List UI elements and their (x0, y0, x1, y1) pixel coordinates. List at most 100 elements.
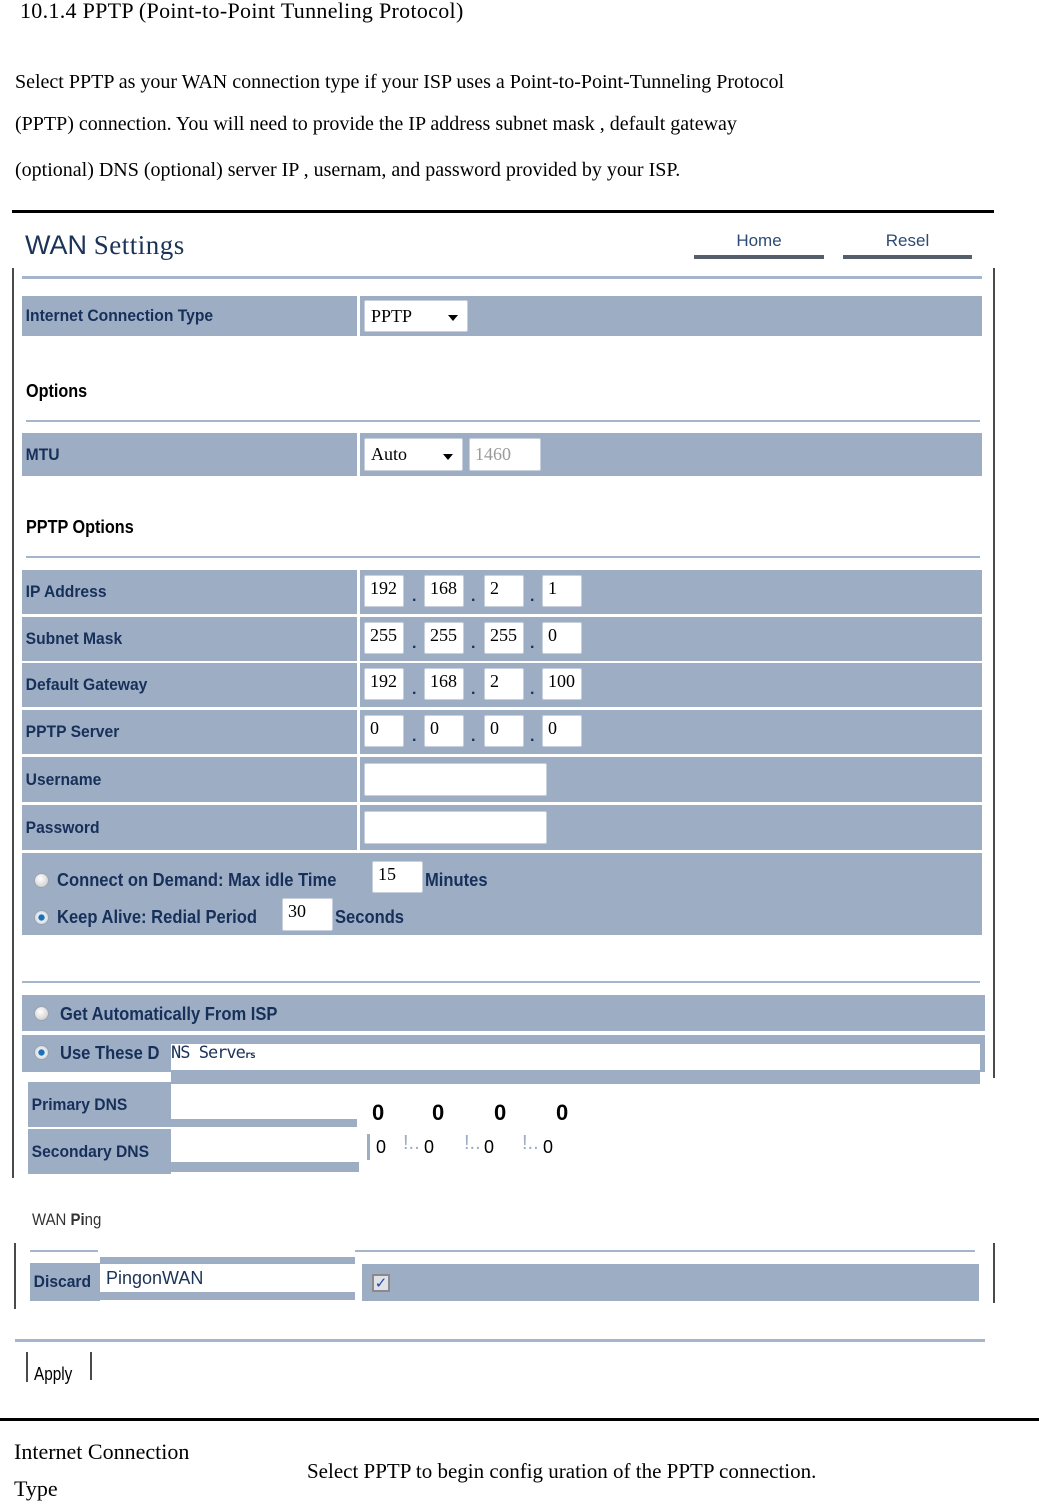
discard-ping-value-cell (362, 1264, 979, 1301)
secondary-dns-octet-3[interactable]: 0 (484, 1137, 494, 1158)
home-link-underline (694, 255, 824, 259)
connection-type-selected: PPTP (371, 305, 413, 326)
table-term-line-2: Type (14, 1476, 58, 1501)
default-gateway-octet-2[interactable]: 168 (424, 668, 464, 700)
seconds-label: Seconds (335, 907, 405, 927)
ip-address-octet-3[interactable]: 2 (484, 575, 524, 607)
pptp-server-label: PPTP Server (25, 722, 120, 741)
connection-type-select[interactable]: PPTP (364, 300, 468, 332)
mtu-value-input[interactable]: 1460 (469, 438, 541, 471)
connect-on-demand-label: Connect on Demand: Max idle Time (57, 870, 337, 890)
primary-dns-octet-2[interactable]: 0 (432, 1100, 444, 1126)
password-label: Password (25, 817, 100, 837)
ip-address-octet-2[interactable]: 168 (424, 575, 464, 607)
apply-left-edge (26, 1352, 28, 1382)
ip-address-dot-2: . (471, 588, 476, 605)
pptp-options-separator (26, 556, 980, 558)
ping-overlay-text: PingonWAN (106, 1268, 204, 1288)
chevron-down-icon (443, 453, 453, 460)
dns-overlay-glyph: rs (244, 1050, 256, 1061)
dns-separator (22, 981, 980, 983)
primary-dns-octet-4[interactable]: 0 (556, 1100, 568, 1126)
ip-address-dot-1: . (412, 588, 417, 605)
primary-dns-label: Primary DNS (31, 1094, 128, 1114)
ip-address-octet-1[interactable]: 192 (364, 575, 404, 607)
dns-overlay-text: NS Serve (171, 1043, 246, 1063)
table-top-rule (0, 1418, 1039, 1421)
ip-address-octet-4[interactable]: 1 (542, 575, 582, 607)
secondary-dns-octet-2[interactable]: 0 (424, 1137, 434, 1158)
connection-type-label: Internet Connection Type (25, 306, 214, 325)
secondary-dns-octet-1[interactable]: 0 (376, 1137, 386, 1158)
primary-dns-octet-3[interactable]: 0 (494, 1100, 506, 1126)
table-term-line-1: Internet Connection (14, 1439, 190, 1464)
pptp-server-dot-1: . (412, 728, 417, 745)
apply-button[interactable]: Apply (34, 1364, 72, 1385)
ip-address-dot-3: . (530, 588, 535, 605)
subnet-mask-octet-1[interactable]: 255 (364, 622, 404, 654)
secondary-dns-separator-1: !.. (403, 1132, 420, 1154)
keep-alive-label: Keep Alive: Redial Period (57, 907, 258, 927)
pptp-server-octet-1[interactable]: 0 (364, 715, 404, 747)
default-gateway-label: Default Gateway (25, 675, 148, 694)
home-link[interactable]: Home (694, 231, 824, 251)
default-gateway-octet-3[interactable]: 2 (484, 668, 524, 700)
subnet-mask-dot-3: . (530, 635, 535, 652)
subnet-mask-octet-2[interactable]: 255 (424, 622, 464, 654)
keep-alive-radio[interactable] (34, 910, 49, 925)
username-label: Username (25, 769, 102, 789)
secondary-dns-separator-2: !.. (464, 1132, 481, 1154)
secondary-dns-value-bar (171, 1162, 359, 1172)
password-input[interactable] (364, 811, 547, 844)
ping-frame-left (14, 1243, 16, 1309)
dns-manual-overlay (171, 1044, 980, 1070)
dns-manual-label: Use These D (60, 1043, 160, 1063)
intro-paragraph-line-2: (PPTP) connection. You will need to prov… (15, 113, 737, 135)
wan-ping-heading-part3: ng (84, 1210, 102, 1229)
subnet-mask-octet-4[interactable]: 0 (542, 622, 582, 654)
default-gateway-octet-4[interactable]: 100 (542, 668, 582, 700)
mtu-select[interactable]: Auto (364, 438, 463, 471)
reset-link-underline (843, 255, 972, 259)
wan-ping-heading: WAN Ping (32, 1210, 101, 1230)
ping-overlay-bottom-bar (100, 1292, 355, 1300)
mtu-label: MTU (25, 444, 60, 464)
max-idle-time-input[interactable]: 15 (372, 861, 423, 893)
subnet-mask-label: Subnet Mask (25, 629, 123, 648)
secondary-dns-octet-4[interactable]: 0 (543, 1137, 553, 1158)
frame-right-border (993, 268, 995, 1078)
wan-ping-heading-part2: Pi (70, 1210, 85, 1229)
chevron-down-icon (448, 315, 458, 321)
apply-right-edge (90, 1352, 92, 1380)
top-separator (22, 276, 982, 279)
default-gateway-dot-3: . (530, 681, 535, 698)
username-input[interactable] (364, 763, 547, 796)
ip-address-label: IP Address (25, 582, 107, 601)
default-gateway-octet-1[interactable]: 192 (364, 668, 404, 700)
section-heading: 10.1.4 PPTP (Point-to-Point Tunneling Pr… (20, 0, 464, 23)
reset-link[interactable]: Resel (843, 231, 972, 251)
primary-dns-value-bar (171, 1119, 357, 1127)
dns-auto-label: Get Automatically From ISP (60, 1004, 278, 1024)
subnet-mask-dot-2: . (471, 635, 476, 652)
wan-settings-title-part1: WAN (25, 230, 87, 260)
redial-period-input[interactable]: 30 (282, 898, 333, 931)
default-gateway-dot-1: . (412, 681, 417, 698)
primary-dns-octet-1[interactable]: 0 (372, 1100, 384, 1126)
ping-separator-left (30, 1250, 98, 1252)
ping-separator-right (355, 1250, 975, 1252)
checkmark-icon: ✓ (374, 1274, 388, 1292)
pptp-options-heading: PPTP Options (26, 517, 134, 537)
intro-paragraph-line-1: Select PPTP as your WAN connection type … (15, 71, 785, 93)
wan-ping-heading-part1: WAN (32, 1210, 67, 1229)
subnet-mask-octet-3[interactable]: 255 (484, 622, 524, 654)
pptp-server-octet-3[interactable]: 0 (484, 715, 524, 747)
dns-auto-radio[interactable] (34, 1006, 49, 1021)
pptp-server-octet-2[interactable]: 0 (424, 715, 464, 747)
pptp-server-octet-4[interactable]: 0 (542, 715, 582, 747)
discard-ping-checkbox[interactable]: ✓ (372, 1274, 390, 1292)
connect-on-demand-radio[interactable] (34, 873, 49, 888)
intro-paragraph-line-3: (optional) DNS (optional) server IP , us… (15, 159, 681, 181)
dns-manual-radio[interactable] (34, 1045, 49, 1060)
top-divider (12, 210, 994, 213)
